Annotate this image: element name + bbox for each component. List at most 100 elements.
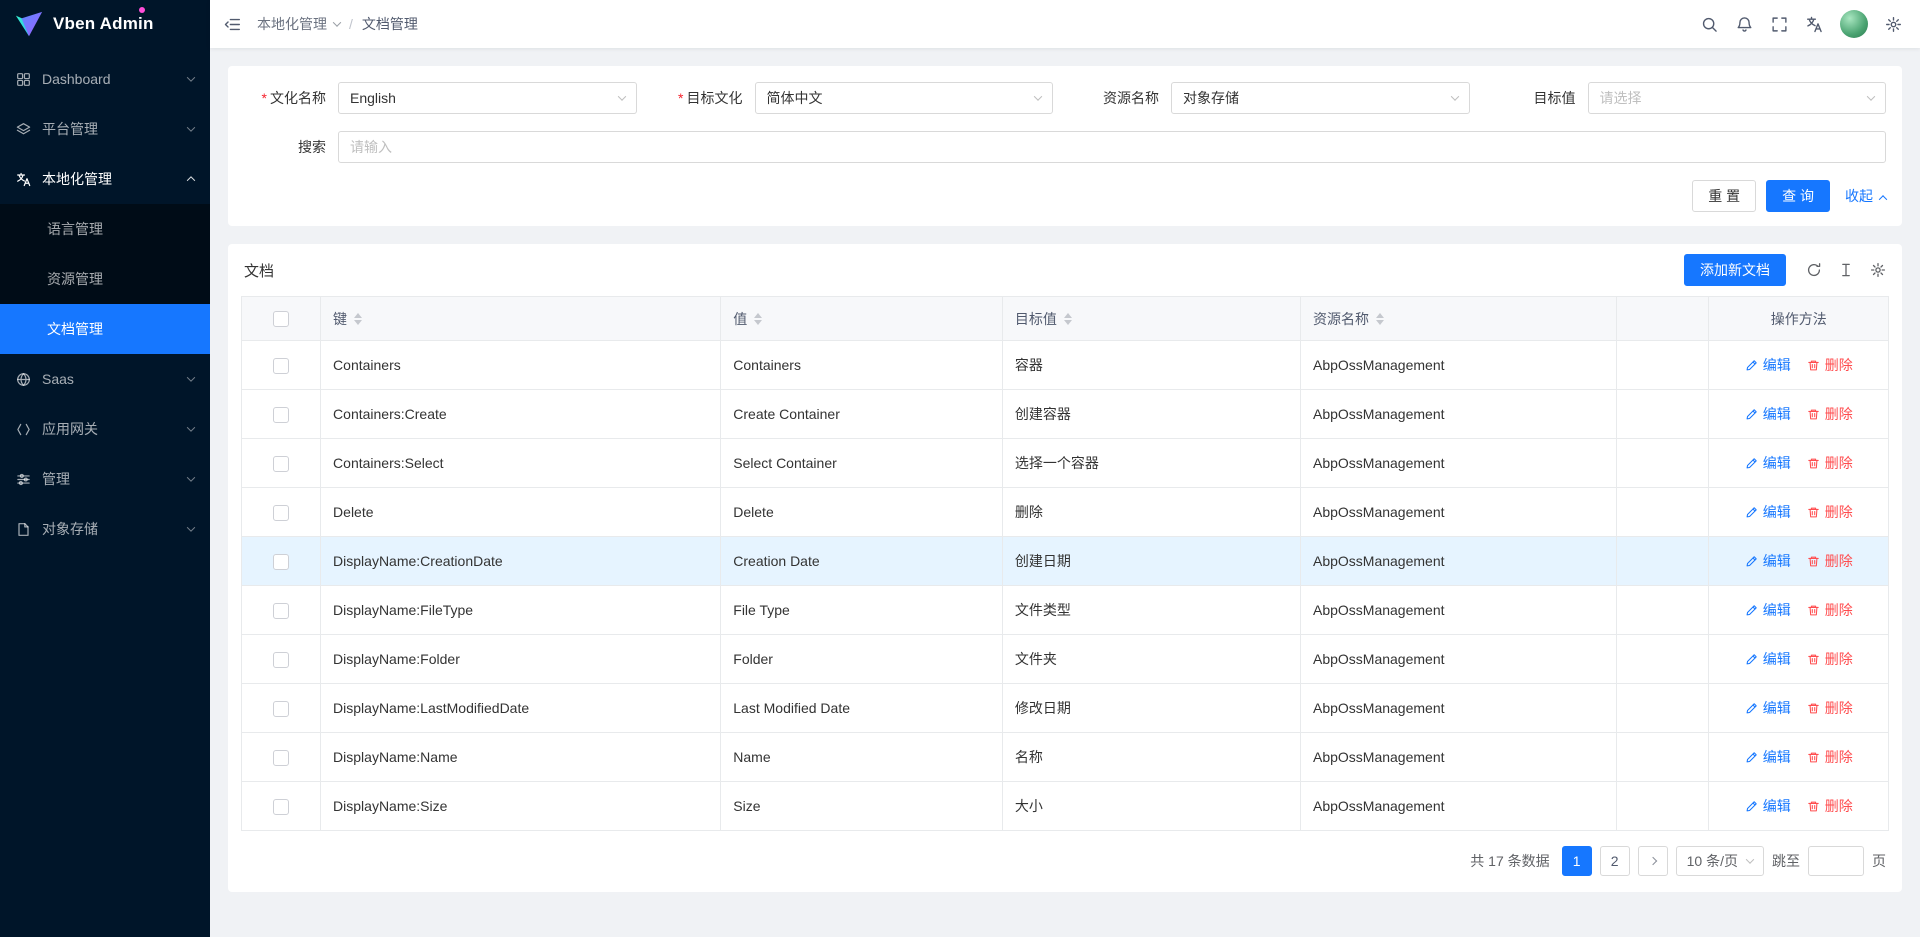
table-row[interactable]: Containers Containers 容器 AbpOssManagemen… [242, 341, 1889, 390]
cell-actions: 编辑删除 [1709, 733, 1889, 782]
delete-button[interactable]: 删除 [1807, 453, 1853, 473]
menu-fold-button[interactable] [216, 8, 249, 41]
search-icon [1701, 16, 1718, 33]
page-button[interactable]: 2 [1600, 846, 1630, 876]
row-height-button[interactable] [1838, 262, 1854, 278]
pagination-pages: 12 [1562, 846, 1668, 876]
page-size-select[interactable]: 10 条/页 [1676, 846, 1764, 876]
cell-actions: 编辑删除 [1709, 684, 1889, 733]
column-header[interactable]: 键 [321, 297, 721, 341]
delete-button[interactable]: 删除 [1807, 747, 1853, 767]
filter-select[interactable]: 简体中文 [755, 82, 1054, 114]
column-header[interactable]: 值 [721, 297, 1003, 341]
search-input[interactable] [338, 131, 1886, 163]
sort-toggle-icon[interactable] [354, 313, 362, 325]
sidebar-subitem-label: 资源管理 [47, 269, 103, 289]
sidebar-subitem[interactable]: 语言管理 [0, 204, 210, 254]
filter-field: *目标文化 简体中文 [661, 82, 1054, 114]
row-checkbox[interactable] [273, 358, 289, 374]
row-checkbox[interactable] [273, 652, 289, 668]
collapse-toggle[interactable]: 收起 [1845, 186, 1886, 206]
table-row[interactable]: DisplayName:LastModifiedDate Last Modifi… [242, 684, 1889, 733]
table-row[interactable]: DisplayName:Name Name 名称 AbpOssManagemen… [242, 733, 1889, 782]
delete-button[interactable]: 删除 [1807, 502, 1853, 522]
sidebar-item[interactable]: 对象存储 [0, 504, 210, 554]
edit-button[interactable]: 编辑 [1745, 747, 1791, 767]
page-button[interactable]: 1 [1562, 846, 1592, 876]
edit-button[interactable]: 编辑 [1745, 551, 1791, 571]
select-all-checkbox[interactable] [273, 311, 289, 327]
table-row[interactable]: Containers:Select Select Container 选择一个容… [242, 439, 1889, 488]
edit-button[interactable]: 编辑 [1745, 600, 1791, 620]
sidebar-item-label: 对象存储 [42, 519, 177, 539]
cell-empty [1617, 488, 1709, 537]
delete-button[interactable]: 删除 [1807, 698, 1853, 718]
filter-select[interactable]: English [338, 82, 637, 114]
query-button[interactable]: 查 询 [1766, 180, 1830, 212]
table-row[interactable]: Containers:Create Create Container 创建容器 … [242, 390, 1889, 439]
avatar[interactable] [1840, 10, 1868, 38]
row-checkbox[interactable] [273, 799, 289, 815]
cell-value: File Type [721, 586, 1003, 635]
edit-button[interactable]: 编辑 [1745, 698, 1791, 718]
edit-button[interactable]: 编辑 [1745, 649, 1791, 669]
reset-button[interactable]: 重 置 [1692, 180, 1756, 212]
delete-button[interactable]: 删除 [1807, 355, 1853, 375]
table-row[interactable]: DisplayName:CreationDate Creation Date 创… [242, 537, 1889, 586]
row-checkbox[interactable] [273, 701, 289, 717]
sidebar-item[interactable]: 应用网关 [0, 404, 210, 454]
column-header[interactable]: 资源名称 [1300, 297, 1616, 341]
sidebar-item[interactable]: 本地化管理 [0, 154, 210, 204]
column-settings-button[interactable] [1870, 262, 1886, 278]
settings-button[interactable] [1877, 8, 1910, 41]
jump-page-input[interactable] [1808, 846, 1864, 876]
refresh-button[interactable] [1806, 262, 1822, 278]
sidebar-item[interactable]: Dashboard [0, 54, 210, 104]
add-document-button[interactable]: 添加新文档 [1684, 254, 1786, 286]
table-row[interactable]: DisplayName:FileType File Type 文件类型 AbpO… [242, 586, 1889, 635]
filter-field-label: 目标值 [1494, 88, 1576, 108]
next-page-button[interactable] [1638, 846, 1668, 876]
edit-button[interactable]: 编辑 [1745, 453, 1791, 473]
delete-button[interactable]: 删除 [1807, 600, 1853, 620]
fullscreen-button[interactable] [1763, 8, 1796, 41]
submenu: 语言管理资源管理文档管理 [0, 204, 210, 354]
filter-select[interactable]: 请选择 [1588, 82, 1887, 114]
table-row[interactable]: DisplayName:Size Size 大小 AbpOssManagemen… [242, 782, 1889, 831]
cell-value: Size [721, 782, 1003, 831]
sidebar-subitem[interactable]: 文档管理 [0, 304, 210, 354]
edit-button[interactable]: 编辑 [1745, 502, 1791, 522]
filter-select[interactable]: 对象存储 [1171, 82, 1470, 114]
row-checkbox[interactable] [273, 456, 289, 472]
column-header[interactable]: 目标值 [1002, 297, 1300, 341]
row-checkbox[interactable] [273, 505, 289, 521]
row-checkbox[interactable] [273, 603, 289, 619]
table-row[interactable]: Delete Delete 删除 AbpOssManagement 编辑删除 [242, 488, 1889, 537]
sidebar-item[interactable]: Saas [0, 354, 210, 404]
filter-card: *文化名称 English *目标文化 简体中文 资源名称 对象存储 目标值 请… [228, 66, 1902, 226]
row-checkbox[interactable] [273, 750, 289, 766]
sidebar-item[interactable]: 管理 [0, 454, 210, 504]
delete-button[interactable]: 删除 [1807, 404, 1853, 424]
logo[interactable]: Vben Admin [0, 0, 210, 48]
locale-button[interactable] [1798, 8, 1831, 41]
sidebar-subitem[interactable]: 资源管理 [0, 254, 210, 304]
breadcrumb-parent[interactable]: 本地化管理 [257, 14, 340, 34]
table-row[interactable]: DisplayName:Folder Folder 文件夹 AbpOssMana… [242, 635, 1889, 684]
chevron-down-icon [187, 423, 195, 431]
edit-button[interactable]: 编辑 [1745, 404, 1791, 424]
edit-button[interactable]: 编辑 [1745, 796, 1791, 816]
delete-button[interactable]: 删除 [1807, 796, 1853, 816]
notifications-button[interactable] [1728, 8, 1761, 41]
sort-toggle-icon[interactable] [1064, 313, 1072, 325]
delete-button[interactable]: 删除 [1807, 649, 1853, 669]
edit-button[interactable]: 编辑 [1745, 355, 1791, 375]
sort-toggle-icon[interactable] [1376, 313, 1384, 325]
row-checkbox[interactable] [273, 554, 289, 570]
sidebar-item[interactable]: 平台管理 [0, 104, 210, 154]
delete-button[interactable]: 删除 [1807, 551, 1853, 571]
search-button[interactable] [1693, 8, 1726, 41]
row-checkbox[interactable] [273, 407, 289, 423]
sort-toggle-icon[interactable] [754, 313, 762, 325]
chevron-down-icon [187, 523, 195, 531]
